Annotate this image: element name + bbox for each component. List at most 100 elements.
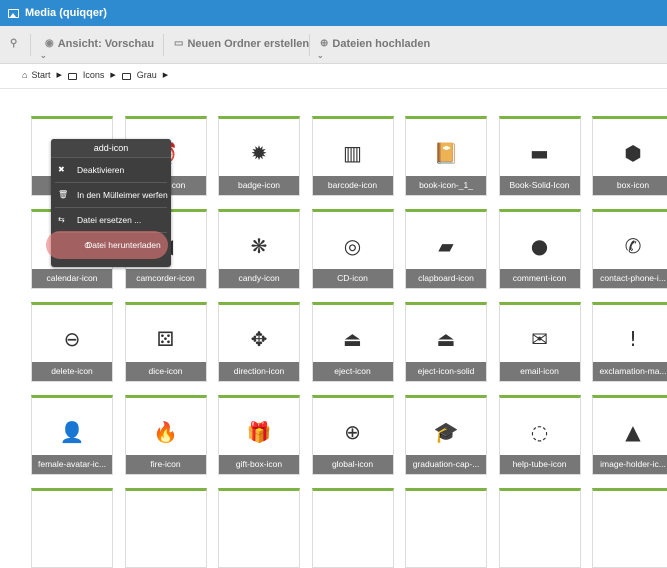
- context-menu-title: add-icon: [51, 139, 171, 158]
- candy-icon: ❋: [250, 234, 268, 258]
- media-tile[interactable]: ⏏ eject-icon-solid: [405, 302, 487, 382]
- media-tile-label: box-icon: [593, 176, 667, 195]
- media-tile[interactable]: ✹ badge-icon: [218, 116, 300, 196]
- sitemap-button[interactable]: ⚲: [10, 26, 21, 64]
- media-tile-label: help-tube-icon: [499, 455, 580, 474]
- toolbar-divider: [309, 34, 310, 56]
- media-tile-label: graduation-cap-...: [406, 455, 486, 474]
- media-tile-label: email-icon: [499, 362, 580, 381]
- female-avatar-icon: 👤: [59, 420, 85, 444]
- media-tile[interactable]: ◎ CD-icon: [311, 209, 394, 289]
- media-tile[interactable]: ◌ help-tube-icon: [498, 395, 581, 475]
- email-icon: ✉: [531, 327, 548, 351]
- media-tile[interactable]: ✆ contact-phone-i...: [592, 209, 667, 289]
- media-tile[interactable]: ● comment-icon: [498, 209, 581, 289]
- media-tile[interactable]: 🎁 gift-box-icon: [218, 395, 300, 475]
- media-tile-label: gift-box-icon: [219, 455, 299, 474]
- home-icon: ⌂: [22, 70, 28, 80]
- book-solid-icon: ▬: [530, 141, 549, 165]
- caret-right-icon: ▶: [162, 72, 169, 79]
- view-mode-label: Ansicht: Vorschau: [57, 38, 155, 50]
- menu-item-deactivate[interactable]: ✖ Deaktivieren: [51, 158, 171, 182]
- media-tile[interactable]: ⬢ box-icon: [592, 116, 667, 196]
- media-tile[interactable]: 📔 book-icon-_1_: [405, 116, 487, 196]
- menu-item-label: In den Mülleimer werfen: [77, 190, 168, 200]
- media-tile[interactable]: [498, 488, 581, 568]
- media-tile-label: candy-icon: [219, 269, 299, 288]
- fire-icon: 🔥: [153, 420, 178, 444]
- upload-files-label: Dateien hochladen: [332, 38, 431, 50]
- toolbar-divider: [30, 34, 31, 56]
- caret-right-icon: ▶: [56, 72, 62, 79]
- media-tile[interactable]: ⊕ global-icon: [311, 395, 394, 475]
- media-tile[interactable]: [218, 488, 300, 568]
- media-tile[interactable]: 👤 female-avatar-ic...: [31, 395, 113, 475]
- media-tile-label: female-avatar-ic...: [32, 455, 112, 474]
- folder-icon: [121, 72, 131, 80]
- graduation-cap-icon: 🎓: [433, 420, 459, 444]
- media-tile-label: camcorder-icon: [125, 269, 206, 288]
- view-mode-button[interactable]: ◉ Ansicht: Vorschau ⌄: [40, 26, 155, 64]
- media-tile-label: delete-icon: [32, 362, 112, 381]
- delete-icon: ⊖: [63, 327, 81, 351]
- upload-files-button[interactable]: ⊕ Dateien hochladen ⌄: [317, 26, 431, 64]
- media-tile[interactable]: [405, 488, 487, 568]
- media-tile-label: dice-icon: [125, 362, 206, 381]
- caret-right-icon: ▶: [110, 72, 116, 79]
- media-tile[interactable]: ✥ direction-icon: [218, 302, 300, 382]
- comment-icon: ●: [530, 234, 549, 258]
- breadcrumb-item-start[interactable]: Start: [31, 70, 50, 80]
- menu-item-label: Deaktivieren: [77, 165, 125, 175]
- breadcrumb-item-icons[interactable]: Icons: [83, 70, 105, 80]
- media-tile-label: eject-icon: [312, 362, 393, 381]
- media-tile[interactable]: 🔥 fire-icon: [124, 395, 207, 475]
- chevron-down-icon: ⌄: [317, 51, 324, 60]
- context-menu: add-icon ✖ Deaktivieren 🗑 In den Mülleim…: [46, 139, 171, 267]
- window-title: Media (quiqqer): [25, 7, 107, 19]
- phone-icon: ✆: [624, 234, 642, 258]
- eject-solid-icon: ⏏: [436, 327, 456, 351]
- media-tile-label: fire-icon: [125, 455, 206, 474]
- globe-icon: ⊕: [344, 420, 361, 444]
- cd-icon: ◎: [343, 234, 362, 258]
- media-tile[interactable]: ▰ clapboard-icon: [405, 209, 487, 289]
- clapboard-icon: ▰: [438, 234, 454, 258]
- media-tile[interactable]: [31, 488, 113, 568]
- media-tile[interactable]: [592, 488, 667, 568]
- breadcrumb: ⌂ Start ▶ Icons ▶ Grau ▶: [22, 68, 170, 82]
- media-tile-label: image-holder-ic...: [593, 455, 667, 474]
- book-icon: 📔: [433, 141, 459, 165]
- new-folder-button[interactable]: ▭ Neuen Ordner erstellen: [174, 26, 309, 64]
- dice-icon: ⚄: [156, 327, 175, 351]
- media-tile[interactable]: ✉ email-icon: [498, 302, 581, 382]
- menu-item-replace-file[interactable]: ⇆ Datei ersetzen ...: [51, 208, 171, 232]
- folder-icon: [67, 72, 77, 80]
- menu-item-download-file[interactable]: ⊙ Datei herunterladen: [46, 231, 171, 259]
- box-icon: ⬢: [624, 141, 642, 165]
- media-tile[interactable]: ⏏ eject-icon: [311, 302, 394, 382]
- menu-item-trash[interactable]: 🗑 In den Mülleimer werfen: [51, 183, 171, 207]
- new-folder-label: Neuen Ordner erstellen: [187, 38, 310, 50]
- media-tile[interactable]: ! exclamation-ma...: [592, 302, 667, 382]
- breadcrumb-item-grau[interactable]: Grau: [137, 70, 157, 80]
- media-tile-label: exclamation-ma...: [593, 362, 667, 381]
- direction-icon: ✥: [250, 327, 268, 351]
- window-titlebar: Media (quiqqer): [0, 0, 667, 26]
- media-tile-label: CD-icon: [312, 269, 393, 288]
- media-tile[interactable]: 🎓 graduation-cap-...: [405, 395, 487, 475]
- toolbar: ⚲ ◉ Ansicht: Vorschau ⌄ ▭ Neuen Ordner e…: [0, 26, 667, 64]
- media-tile[interactable]: ▬ Book-Solid-Icon: [498, 116, 581, 196]
- eye-icon: ◉: [45, 38, 54, 49]
- media-tile[interactable]: ▥ barcode-icon: [311, 116, 394, 196]
- media-tile[interactable]: ❋ candy-icon: [218, 209, 300, 289]
- barcode-icon: ▥: [343, 141, 362, 165]
- media-tile[interactable]: ▲ image-holder-ic...: [592, 395, 667, 475]
- media-tile[interactable]: [311, 488, 394, 568]
- sitemap-icon: ⚲: [10, 38, 18, 49]
- menu-item-label: Datei herunterladen: [86, 240, 161, 250]
- replace-icon: ⇆: [58, 215, 65, 224]
- media-tile-label: clapboard-icon: [406, 269, 486, 288]
- media-tile[interactable]: ⚄ dice-icon: [124, 302, 207, 382]
- media-tile[interactable]: ⊖ delete-icon: [31, 302, 113, 382]
- media-tile[interactable]: [124, 488, 207, 568]
